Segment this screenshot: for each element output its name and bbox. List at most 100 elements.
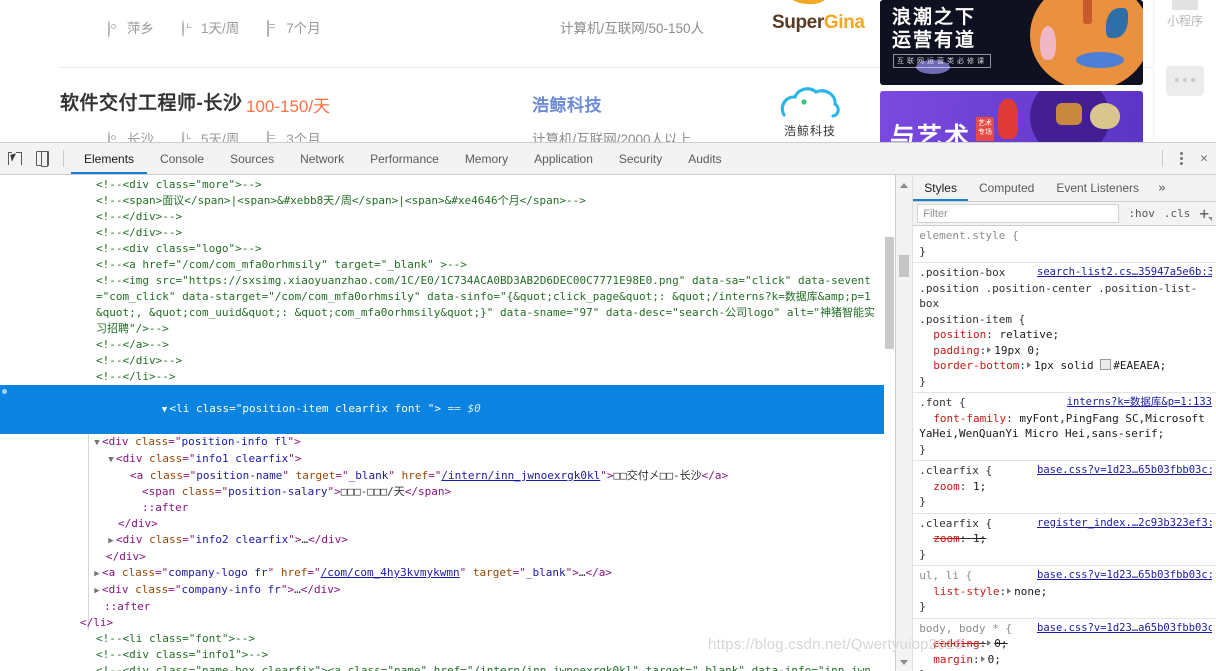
declaration-value[interactable]: 0; bbox=[988, 653, 1001, 666]
expand-triangle-icon[interactable] bbox=[987, 346, 992, 353]
scrollbar-thumb[interactable] bbox=[885, 237, 895, 349]
rule-source-link[interactable]: base.css?v=1d23…a65b03fbb03c:1 bbox=[1037, 621, 1212, 637]
style-rule[interactable]: element.style { } bbox=[913, 226, 1216, 263]
declaration-value[interactable]: 0; bbox=[994, 637, 1007, 650]
rail-item-chat[interactable] bbox=[1154, 66, 1216, 96]
new-style-rule-button[interactable]: + bbox=[1199, 205, 1212, 221]
tab-sources[interactable]: Sources bbox=[217, 143, 287, 174]
style-declaration[interactable]: margin: 0; bbox=[919, 652, 1216, 668]
tab-performance[interactable]: Performance bbox=[357, 143, 452, 174]
job-title[interactable]: 软件交付工程师-长沙 bbox=[60, 88, 242, 115]
rule-selector[interactable]: element.style { bbox=[919, 228, 1216, 244]
style-rule[interactable]: search-list2.cs…35947a5e6b:381 .position… bbox=[913, 263, 1216, 393]
rule-source-link[interactable]: interns?k=数据库&p=1:133 bbox=[1067, 395, 1212, 411]
twisty-icon[interactable]: ▼ bbox=[106, 452, 116, 468]
hover-state-toggle[interactable]: :hov bbox=[1128, 207, 1155, 220]
rule-source-link[interactable]: base.css?v=1d23…65b03fbb03c:33 bbox=[1037, 568, 1212, 584]
dom-comment-node[interactable]: <!--</li>--> bbox=[0, 369, 895, 385]
styles-pane-splitter[interactable] bbox=[896, 175, 914, 671]
tab-event-listeners[interactable]: Event Listeners bbox=[1045, 175, 1150, 201]
twisty-icon[interactable]: ▼ bbox=[92, 435, 102, 451]
declaration-name[interactable]: font-family bbox=[919, 411, 1006, 427]
style-declaration[interactable]: font-family: myFont,PingFang SC,Microsof… bbox=[919, 411, 1216, 442]
expand-triangle-icon[interactable] bbox=[1026, 362, 1031, 368]
dom-comment-node[interactable]: <!--</a>--> bbox=[0, 337, 895, 353]
style-declaration[interactable]: padding: 19px 0; bbox=[919, 343, 1216, 359]
tab-audits[interactable]: Audits bbox=[675, 143, 734, 174]
dom-comment-node[interactable]: <!--<div class="more">--> bbox=[0, 177, 895, 193]
close-icon[interactable]: ✕ bbox=[1192, 143, 1216, 174]
declaration-name[interactable]: zoom bbox=[919, 479, 960, 495]
style-declaration-overridden[interactable]: padding: 0; bbox=[919, 636, 1216, 652]
declaration-name[interactable]: padding bbox=[919, 343, 979, 359]
dom-node[interactable]: ▼ <div class="info1 clearfix"> bbox=[0, 451, 895, 468]
expand-triangle-icon[interactable] bbox=[1007, 587, 1012, 594]
dom-href-link[interactable]: /com/com_4hy3kvmykwmn bbox=[321, 566, 460, 579]
style-rule[interactable]: interns?k=数据库&p=1:133 .font { font-famil… bbox=[913, 393, 1216, 461]
declaration-value[interactable]: 19px 0; bbox=[994, 344, 1040, 357]
styles-filter-input[interactable]: Filter bbox=[917, 204, 1120, 223]
dom-node-collapsed-anchor[interactable]: ▶ <a class="company-logo fr" href="/com/c… bbox=[0, 565, 895, 582]
dom-selected-node[interactable]: ▼ <li class="position-item clearfix font … bbox=[0, 385, 896, 434]
dom-comment-node[interactable]: <!--<div class="name-box clearfix"><a cl… bbox=[0, 663, 895, 671]
dom-tree-pane[interactable]: <!--<div class="more">--> <!--<span>面议</… bbox=[0, 175, 896, 671]
dom-pane-scrollbar[interactable] bbox=[884, 175, 896, 671]
twisty-icon[interactable]: ▶ bbox=[106, 533, 116, 549]
rule-source-link[interactable]: base.css?v=1d23…65b03fbb03c:29 bbox=[1037, 463, 1212, 479]
dom-node-anchor[interactable]: <a class="position-name" target="_blank"… bbox=[0, 468, 895, 484]
style-rule[interactable]: base.css?v=1d23…65b03fbb03c:29 .clearfix… bbox=[913, 461, 1216, 514]
dom-node-span[interactable]: <span class="position-salary">□□□-□□□/天<… bbox=[0, 484, 895, 500]
ad-banner[interactable]: 与艺术 艺术专场 bbox=[880, 91, 1143, 142]
dom-href-link[interactable]: /intern/inn_jwnoexrgk0kl bbox=[441, 469, 600, 482]
declaration-value[interactable]: none; bbox=[1014, 585, 1047, 598]
chevron-down-icon[interactable] bbox=[900, 660, 909, 665]
declaration-name[interactable]: list-style bbox=[919, 584, 999, 600]
rule-source-link[interactable]: search-list2.cs…35947a5e6b:381 bbox=[1037, 265, 1212, 281]
declaration-name[interactable]: margin bbox=[919, 652, 973, 668]
tab-memory[interactable]: Memory bbox=[452, 143, 521, 174]
dom-pseudo-node[interactable]: ::after bbox=[0, 599, 895, 615]
dom-comment-node[interactable]: <!--<img src="https://sxsimg.xiaoyuanzha… bbox=[0, 273, 895, 337]
company-name[interactable]: 浩鲸科技 bbox=[532, 91, 602, 116]
more-tabs-icon[interactable]: » bbox=[1150, 175, 1174, 201]
twisty-icon[interactable]: ▶ bbox=[92, 566, 102, 582]
class-toggle[interactable]: .cls bbox=[1164, 207, 1191, 220]
expand-triangle-icon[interactable] bbox=[980, 655, 985, 662]
dom-comment-node[interactable]: <!--</div>--> bbox=[0, 209, 895, 225]
tab-network[interactable]: Network bbox=[287, 143, 357, 174]
dom-pseudo-node[interactable]: ::after bbox=[0, 500, 895, 516]
declaration-name[interactable]: border-bottom bbox=[919, 358, 1019, 374]
rule-selector[interactable]: .position-item { bbox=[919, 312, 1216, 328]
declaration-name[interactable]: position bbox=[919, 327, 986, 343]
rule-source-link[interactable]: register_index.…2c93b323ef3:16 bbox=[1037, 516, 1212, 532]
rail-item-miniprogram[interactable]: 小程序 bbox=[1154, 0, 1216, 29]
style-declaration[interactable]: border-bottom: 1px solid #EAEAEA; bbox=[919, 358, 1216, 374]
style-rule[interactable]: base.css?v=1d23…65b03fbb03c:33 ul, li { … bbox=[913, 566, 1216, 619]
chevron-up-icon[interactable] bbox=[900, 183, 909, 188]
tab-computed[interactable]: Computed bbox=[968, 175, 1045, 201]
style-declaration-overridden[interactable]: zoom: 1; bbox=[919, 531, 1216, 547]
dom-comment-node[interactable]: <!--</div>--> bbox=[0, 225, 895, 241]
twisty-icon[interactable]: ▶ bbox=[92, 583, 102, 599]
dom-comment-node[interactable]: <!--</div>--> bbox=[0, 353, 895, 369]
dom-close-node[interactable]: </div> bbox=[0, 516, 895, 532]
company-logo[interactable]: SuperGina bbox=[772, 0, 865, 40]
declaration-value[interactable]: 1; bbox=[973, 480, 986, 493]
style-declaration[interactable]: position: relative; bbox=[919, 327, 1216, 343]
style-declaration[interactable]: zoom: 1; bbox=[919, 479, 1216, 495]
dom-node[interactable]: ▼ <div class="position-info fl"> bbox=[0, 434, 895, 451]
dom-comment-node[interactable]: <!--<span>面议</span>|<span>&#xebb8天/周</sp… bbox=[0, 193, 895, 209]
dom-close-node[interactable]: </li> bbox=[0, 615, 895, 631]
tab-security[interactable]: Security bbox=[606, 143, 675, 174]
color-swatch[interactable] bbox=[1100, 359, 1112, 370]
dom-node-collapsed[interactable]: ▶ <div class="company-info fr">…</div> bbox=[0, 582, 895, 599]
dom-comment-node[interactable]: <!--<div class="logo">--> bbox=[0, 241, 895, 257]
dom-close-node[interactable]: </div> bbox=[0, 549, 895, 565]
tab-console[interactable]: Console bbox=[147, 143, 217, 174]
declaration-value[interactable]: relative; bbox=[1000, 328, 1060, 341]
dom-node-collapsed[interactable]: ▶ <div class="info2 clearfix">…</div> bbox=[0, 532, 895, 549]
twisty-icon[interactable]: ▼ bbox=[159, 402, 169, 418]
expand-triangle-icon[interactable] bbox=[987, 640, 992, 646]
declaration-color-value[interactable]: #EAEAEA; bbox=[1113, 359, 1166, 372]
company-logo[interactable]: 浩鲸科技 bbox=[770, 84, 850, 139]
